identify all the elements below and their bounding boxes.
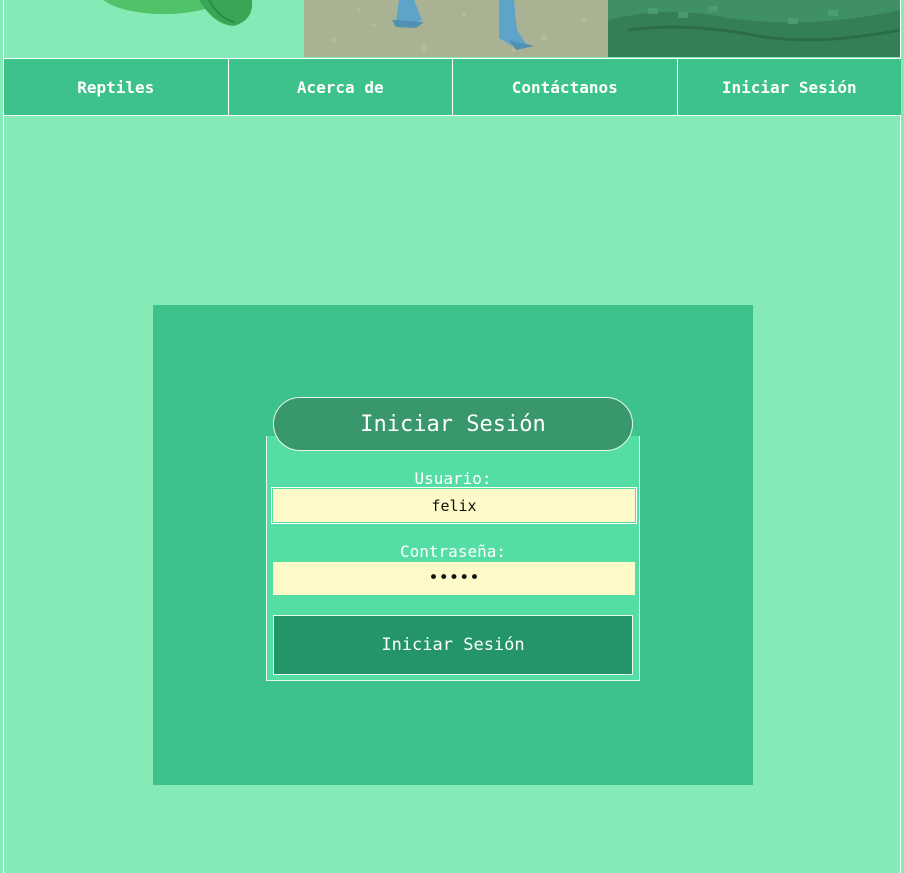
username-label: Usuario:	[414, 469, 492, 488]
login-form: Usuario: Contraseña: ••••• Iniciar Sesió…	[266, 436, 640, 681]
header-banner	[4, 0, 900, 57]
banner-photo-lizard-feet	[304, 0, 608, 57]
password-input[interactable]: •••••	[273, 562, 635, 595]
password-label: Contraseña:	[400, 542, 506, 561]
login-title: Iniciar Sesión	[273, 397, 633, 451]
nav-item-contact[interactable]: Contáctanos	[453, 59, 678, 115]
site-logo	[4, 0, 304, 57]
nav-item-about[interactable]: Acerca de	[229, 59, 453, 115]
banner-photo-crocodile	[608, 0, 900, 57]
nav-item-login[interactable]: Iniciar Sesión	[678, 59, 902, 115]
main-nav: Reptiles Acerca de Contáctanos Iniciar S…	[4, 58, 901, 116]
login-submit-button[interactable]: Iniciar Sesión	[273, 615, 633, 675]
nav-item-reptiles[interactable]: Reptiles	[4, 59, 229, 115]
username-input[interactable]	[271, 487, 637, 524]
